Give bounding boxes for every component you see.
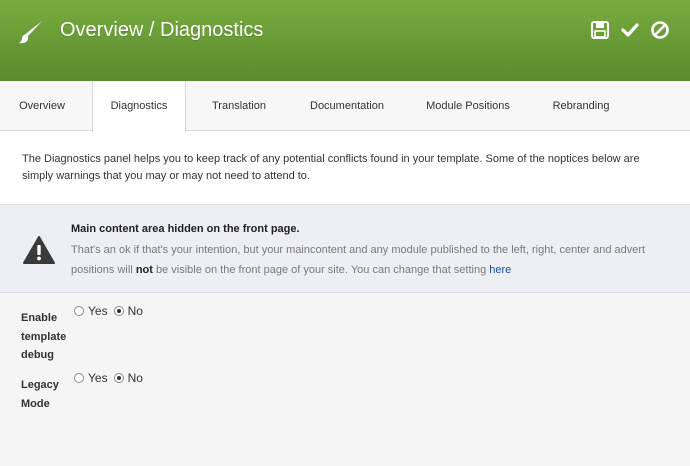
tab-documentation[interactable]: Documentation xyxy=(298,81,396,131)
warning-notice: Main content area hidden on the front pa… xyxy=(0,204,690,293)
intro-text: The Diagnostics panel helps you to keep … xyxy=(22,153,640,182)
save-icon[interactable] xyxy=(590,20,610,40)
tab-module-positions[interactable]: Module Positions xyxy=(416,81,520,131)
main-content: The Diagnostics panel helps you to keep … xyxy=(0,131,690,466)
debug-label: Enable template debug xyxy=(21,312,67,361)
tab-diagnostics[interactable]: Diagnostics xyxy=(92,81,186,132)
paintbrush-icon xyxy=(19,21,42,44)
notice-title: Main content area hidden on the front pa… xyxy=(71,223,300,235)
header-bar: Overview / Diagnostics xyxy=(0,0,690,81)
tab-translation[interactable]: Translation xyxy=(196,81,282,131)
debug-yes-radio[interactable] xyxy=(74,306,84,316)
notice-body-bold: not xyxy=(135,264,153,276)
cancel-icon[interactable] xyxy=(650,20,670,40)
page-title: Overview / Diagnostics xyxy=(60,19,264,41)
header-actions xyxy=(590,20,670,42)
tab-bar: Overview Diagnostics Translation Documen… xyxy=(0,81,690,132)
legacy-yes-label[interactable]: Yes xyxy=(88,371,108,385)
settings-link[interactable]: here xyxy=(489,264,511,276)
tab-rebranding[interactable]: Rebranding xyxy=(540,81,622,131)
debug-yes-label[interactable]: Yes xyxy=(88,304,108,318)
tab-overview[interactable]: Overview xyxy=(0,81,84,131)
settings-form: Enable template debug Yes No Legacy Mode… xyxy=(0,293,690,466)
warning-icon xyxy=(23,236,55,264)
debug-no-radio[interactable] xyxy=(113,306,124,316)
notice-body-text-2: be visible on the front page of your sit… xyxy=(152,264,490,276)
debug-no-label[interactable]: No xyxy=(128,304,143,318)
legacy-radio-group: Yes No xyxy=(74,371,149,385)
legacy-no-radio[interactable] xyxy=(113,373,124,383)
legacy-yes-radio[interactable] xyxy=(74,373,84,383)
notice-body: That's an ok if that's your intention, b… xyxy=(71,240,671,280)
legacy-label: Legacy Mode xyxy=(21,379,59,410)
debug-radio-group: Yes No xyxy=(74,304,149,318)
checkmark-icon[interactable] xyxy=(620,20,640,40)
legacy-no-label[interactable]: No xyxy=(128,371,143,385)
